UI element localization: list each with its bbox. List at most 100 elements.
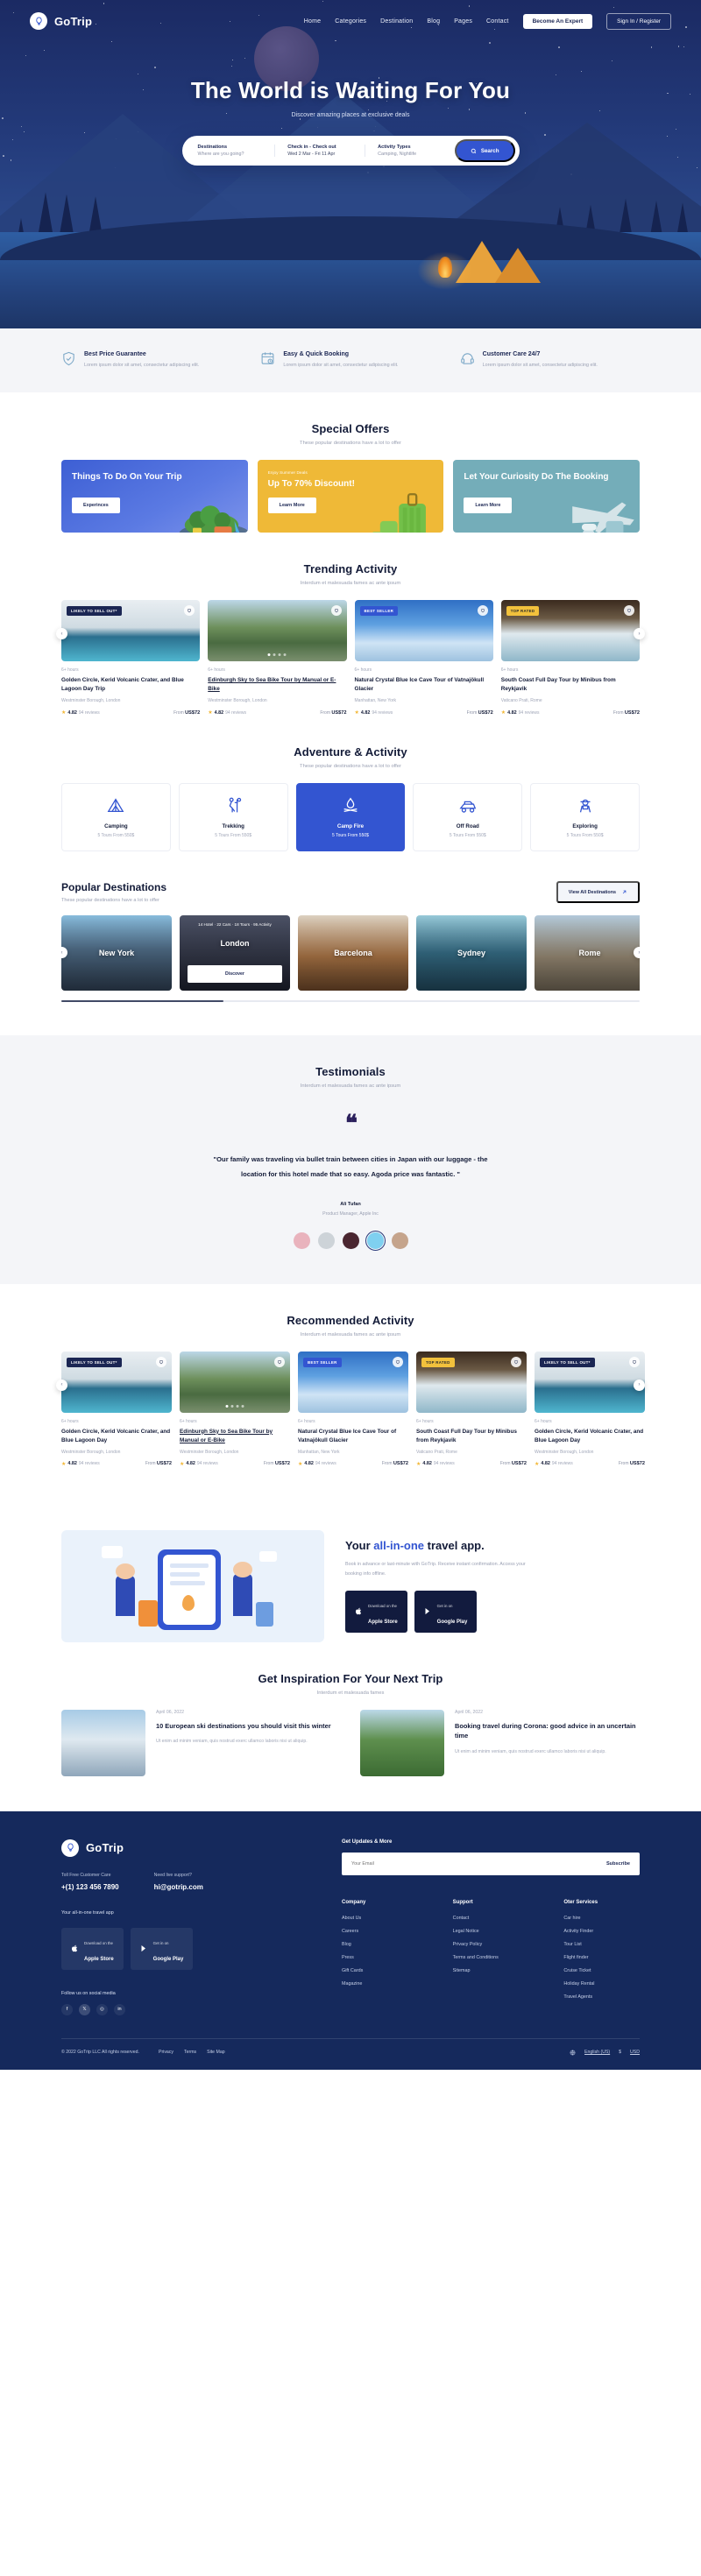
destination-input[interactable]: Where are you going?: [198, 152, 275, 157]
footer-link[interactable]: Travel Agents: [563, 1994, 640, 2000]
footer-link[interactable]: Terms and Conditions: [453, 1955, 529, 1960]
activity-card[interactable]: BEST SELLER 6+ hours Natural Crystal Blu…: [355, 600, 493, 716]
nav-item-contact[interactable]: Contact: [486, 18, 509, 25]
adventure-card-trekking[interactable]: Trekking 5 Tours From 550$: [179, 783, 288, 851]
apple-store-button[interactable]: Download on the Apple Store: [345, 1591, 407, 1633]
activity-card[interactable]: 6+ hours Edinburgh Sky to Sea Bike Tour …: [180, 1352, 290, 1467]
favorite-heart-icon[interactable]: [274, 1357, 285, 1367]
destination-discover-button[interactable]: Discover: [188, 965, 282, 983]
footer-link[interactable]: Privacy Policy: [453, 1942, 529, 1947]
activity-title[interactable]: Golden Circle, Kerid Volcanic Crater, an…: [61, 1428, 172, 1445]
testimonial-avatar[interactable]: [392, 1232, 408, 1249]
destination-card[interactable]: 14 Hotel · 22 Cars · 18 Tours · 95 Activ…: [180, 915, 290, 991]
live-support-email[interactable]: hi@gotrip.com: [154, 1883, 203, 1891]
testimonial-avatar[interactable]: [367, 1232, 384, 1249]
search-button[interactable]: Search: [455, 139, 515, 162]
nav-item-blog[interactable]: Blog: [427, 18, 440, 25]
view-all-destinations-button[interactable]: View All Destinations: [556, 881, 640, 903]
newsletter-email-input[interactable]: [351, 1861, 606, 1867]
activity-card[interactable]: LIKELY TO SELL OUT* 6+ hours Golden Circ…: [61, 600, 200, 716]
carousel-dots[interactable]: [268, 653, 287, 656]
footer-link[interactable]: Blog: [342, 1942, 418, 1947]
sign-in-register-button[interactable]: Sign In / Register: [606, 13, 671, 30]
carousel-next-button[interactable]: ›: [634, 628, 645, 639]
twitter-icon[interactable]: 𝕏: [79, 2004, 90, 2015]
favorite-heart-icon[interactable]: [511, 1357, 521, 1367]
favorite-heart-icon[interactable]: [156, 1357, 166, 1367]
activity-title[interactable]: Edinburgh Sky to Sea Bike Tour by Manual…: [180, 1428, 290, 1445]
adventure-card-off-road[interactable]: Off Road 5 Tours From 550$: [413, 783, 522, 851]
testimonial-avatar[interactable]: [343, 1232, 359, 1249]
destination-field[interactable]: Destinations Where are you going?: [198, 145, 275, 157]
footer-bottom-link[interactable]: Privacy: [159, 2050, 173, 2055]
carousel-prev-button[interactable]: ‹: [56, 1380, 67, 1391]
blog-post-title[interactable]: 10 European ski destinations you should …: [156, 1721, 331, 1732]
activity-title[interactable]: Golden Circle, Kerid Volcanic Crater, an…: [61, 676, 200, 694]
footer-link[interactable]: Cruise Ticket: [563, 1968, 640, 1973]
footer-link[interactable]: Tour List: [563, 1942, 640, 1947]
carousel-next-button[interactable]: ›: [634, 1380, 645, 1391]
activity-card[interactable]: LIKELY TO SELL OUT* 6+ hours Golden Circ…: [61, 1352, 172, 1467]
offer-button[interactable]: Experinces: [72, 498, 120, 513]
language-selector[interactable]: English (US): [584, 2050, 610, 2055]
activity-card[interactable]: TOP RATED 6+ hours South Coast Full Day …: [501, 600, 640, 716]
destination-card[interactable]: Barcelona: [298, 915, 408, 991]
apple-store-button[interactable]: Download on the Apple Store: [61, 1928, 124, 1970]
footer-link[interactable]: Gift Cards: [342, 1968, 418, 1973]
favorite-heart-icon[interactable]: [331, 605, 342, 616]
nav-item-pages[interactable]: Pages: [454, 18, 472, 25]
footer-brand[interactable]: GoTrip: [61, 1839, 307, 1857]
footer-link[interactable]: Magazine: [342, 1981, 418, 1987]
activity-card[interactable]: LIKELY TO SELL OUT* 6+ hours Golden Circ…: [535, 1352, 645, 1467]
footer-link[interactable]: Sitemap: [453, 1968, 529, 1973]
adventure-card-camp-fire[interactable]: Camp Fire 5 Tours From 550$: [296, 783, 406, 851]
become-expert-button[interactable]: Become An Expert: [523, 14, 593, 29]
favorite-heart-icon[interactable]: [393, 1357, 403, 1367]
footer-bottom-link[interactable]: Site Map: [207, 2050, 224, 2055]
adventure-card-camping[interactable]: Camping 5 Tours From 550$: [61, 783, 171, 851]
offer-card[interactable]: Enjoy Summer Deals Up To 70% Discount! L…: [258, 460, 444, 533]
footer-link[interactable]: Holiday Rental: [563, 1981, 640, 1987]
destination-card[interactable]: Sydney: [416, 915, 527, 991]
instagram-icon[interactable]: ◎: [96, 2004, 108, 2015]
activity-title[interactable]: Natural Crystal Blue Ice Cave Tour of Va…: [298, 1428, 408, 1445]
activity-title[interactable]: Golden Circle, Kerid Volcanic Crater, an…: [535, 1428, 645, 1445]
blog-post-title[interactable]: Booking travel during Corona: good advic…: [455, 1721, 640, 1742]
google-play-button[interactable]: Get in on Google Play: [414, 1591, 478, 1633]
activity-title[interactable]: Natural Crystal Blue Ice Cave Tour of Va…: [355, 676, 493, 694]
activity-title[interactable]: Edinburgh Sky to Sea Bike Tour by Manual…: [208, 676, 346, 694]
offer-button[interactable]: Learn More: [464, 498, 512, 513]
destination-card[interactable]: New York: [61, 915, 172, 991]
footer-link[interactable]: Flight finder: [563, 1955, 640, 1960]
brand-logo[interactable]: GoTrip: [30, 12, 92, 30]
currency-selector[interactable]: USD: [630, 2050, 640, 2055]
footer-link[interactable]: Press: [342, 1955, 418, 1960]
offer-button[interactable]: Learn More: [268, 498, 316, 513]
linkedin-icon[interactable]: in: [114, 2004, 125, 2015]
activity-title[interactable]: South Coast Full Day Tour by Minibus fro…: [416, 1428, 527, 1445]
activity-card[interactable]: BEST SELLER 6+ hours Natural Crystal Blu…: [298, 1352, 408, 1467]
testimonial-avatar[interactable]: [318, 1232, 335, 1249]
activity-card[interactable]: 6+ hours Edinburgh Sky to Sea Bike Tour …: [208, 600, 346, 716]
activity-value[interactable]: Camping, Nightlife: [378, 152, 455, 157]
checkin-checkout-field[interactable]: Check in - Check out Wed 2 Mar - Fri 11 …: [274, 145, 365, 157]
footer-link[interactable]: Contact: [453, 1916, 529, 1921]
destinations-carousel[interactable]: New York 14 Hotel · 22 Cars · 18 Tours ·…: [61, 915, 640, 991]
subscribe-button[interactable]: Subscribe: [606, 1861, 630, 1867]
offer-card[interactable]: Let Your Curiosity Do The Booking Learn …: [453, 460, 640, 533]
activity-card[interactable]: TOP RATED 6+ hours South Coast Full Day …: [416, 1352, 527, 1467]
destinations-scrollbar[interactable]: [61, 1000, 640, 1002]
carousel-dots[interactable]: [226, 1405, 244, 1408]
footer-link[interactable]: About Us: [342, 1916, 418, 1921]
google-play-button[interactable]: Get in on Google Play: [131, 1928, 194, 1970]
footer-link[interactable]: Legal Notice: [453, 1929, 529, 1934]
footer-link[interactable]: Careers: [342, 1929, 418, 1934]
offer-card[interactable]: Things To Do On Your Trip Experinces: [61, 460, 248, 533]
footer-link[interactable]: Activity Finder: [563, 1929, 640, 1934]
destination-card[interactable]: Rome: [535, 915, 640, 991]
facebook-icon[interactable]: f: [61, 2004, 73, 2015]
footer-link[interactable]: Car hire: [563, 1916, 640, 1921]
nav-item-home[interactable]: Home: [304, 18, 321, 25]
nav-item-categories[interactable]: Categories: [335, 18, 366, 25]
footer-bottom-link[interactable]: Terms: [184, 2050, 196, 2055]
